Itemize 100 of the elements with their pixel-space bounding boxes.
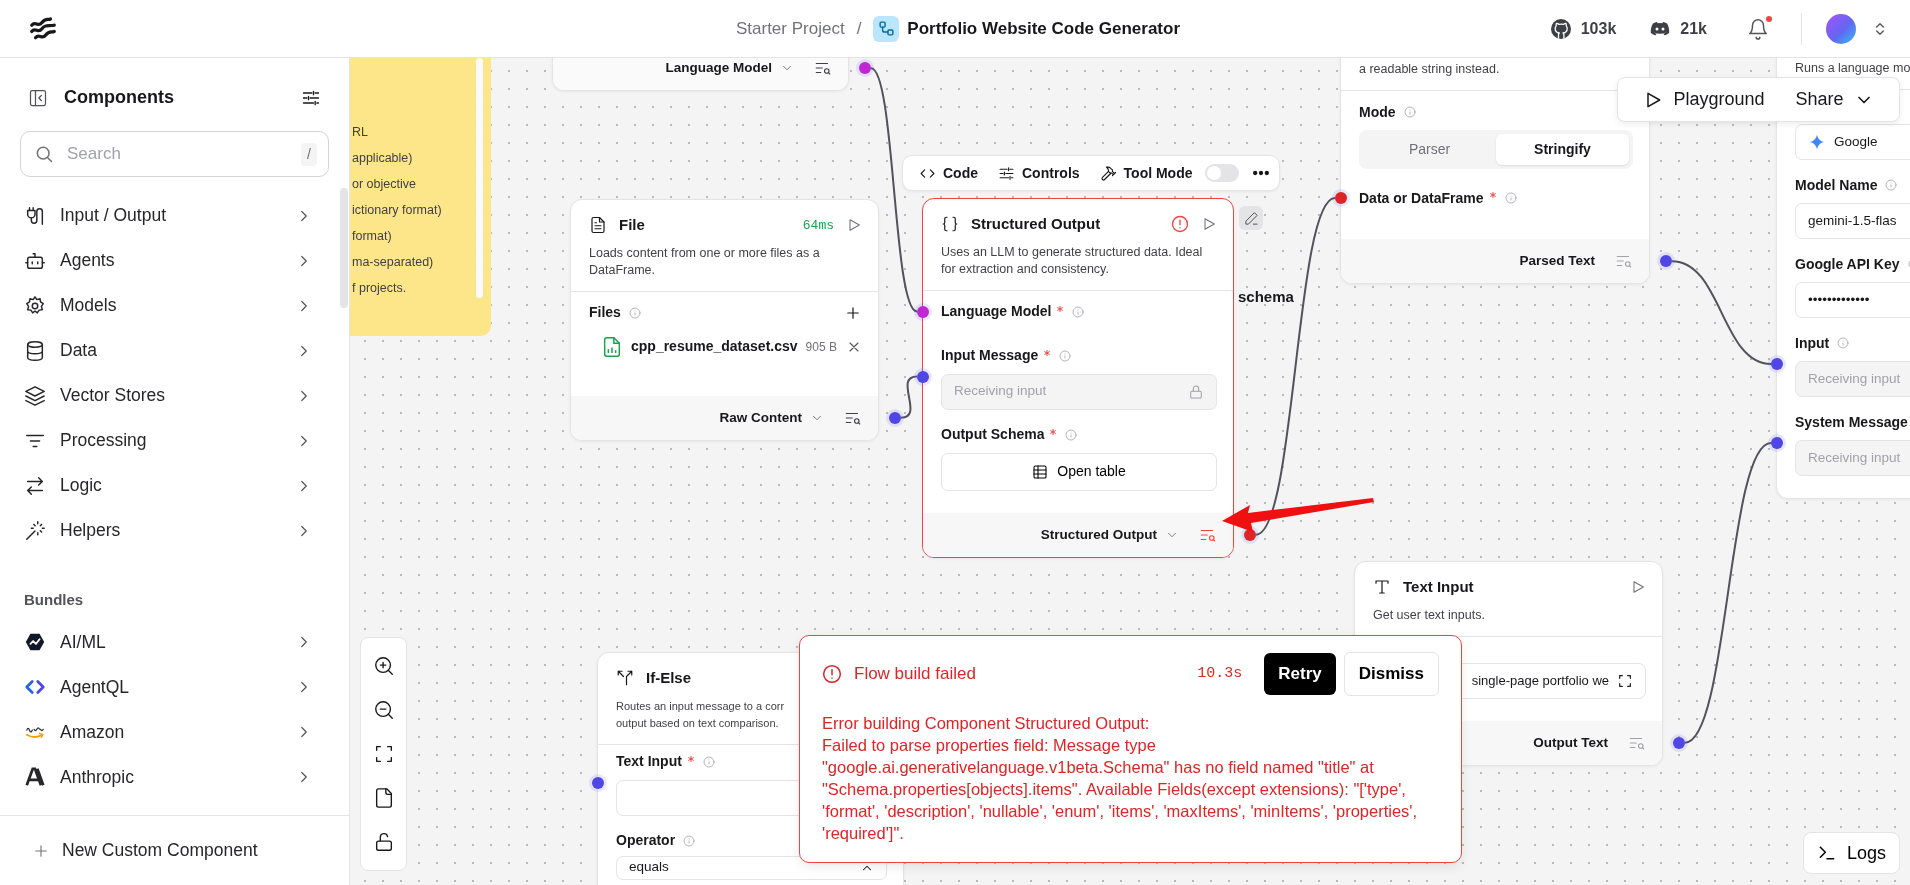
mode-tab[interactable]: Parser <box>1363 134 1496 165</box>
build-duration: 10.3s <box>1197 663 1243 684</box>
category-item[interactable]: Models <box>0 283 349 328</box>
field-label: Operator <box>616 831 676 850</box>
sparkle-icon <box>1808 133 1826 151</box>
output-label[interactable]: Raw Content <box>719 407 802 428</box>
field-label: Language Model <box>941 302 1052 321</box>
component-node[interactable]: Language Model <box>552 58 849 92</box>
flow-title: Portfolio Website Code Generator <box>907 17 1181 40</box>
node-title: If-Else <box>646 668 691 688</box>
component-node[interactable]: a readable string instead. Mode Parser Stringify Data or DataFrame Parsed Text <box>1340 58 1650 285</box>
controls-button[interactable]: Controls <box>990 158 1088 188</box>
field-label: Mode <box>1359 102 1396 122</box>
field-label: Model Name <box>1795 175 1878 195</box>
output-label[interactable]: Parsed Text <box>1519 251 1595 272</box>
category-item[interactable]: Processing <box>0 418 349 463</box>
bundle-item[interactable]: Anthropic <box>0 754 349 800</box>
dismiss-button[interactable]: Dismiss <box>1343 652 1439 696</box>
search-icon <box>34 144 54 164</box>
field-label: schema <box>1238 287 1294 307</box>
node-title: File <box>619 215 645 235</box>
select-field[interactable]: Google <box>1795 124 1910 160</box>
mode-tab[interactable]: Stringify <box>1496 134 1629 165</box>
field-label: Google API Key <box>1795 254 1900 274</box>
wand-icon <box>24 519 46 542</box>
play-icon[interactable] <box>1630 579 1646 596</box>
note-text: ma-separated) <box>351 254 435 270</box>
connection-handle[interactable] <box>859 62 871 75</box>
category-item[interactable]: Input / Output <box>0 193 349 238</box>
new-component-button[interactable]: New Custom Component <box>0 815 349 885</box>
text-icon <box>1373 578 1391 597</box>
zoom-in-icon[interactable] <box>372 655 395 677</box>
note-text: applicable) <box>351 150 414 166</box>
connection-line <box>900 375 918 419</box>
expand-icon[interactable] <box>1617 672 1633 689</box>
output-label[interactable]: Output Text <box>1533 732 1608 753</box>
connection-handle[interactable] <box>889 411 901 424</box>
play-icon[interactable] <box>846 217 862 234</box>
section-heading: Bundles <box>23 590 85 610</box>
field-label: Files <box>589 303 621 322</box>
connection-handle[interactable] <box>1673 736 1685 749</box>
output-label[interactable]: Structured Output <box>1040 524 1157 545</box>
category-item[interactable]: Data <box>0 328 349 373</box>
zoom-out-icon[interactable] <box>372 699 395 721</box>
sliders-icon <box>998 164 1015 182</box>
logs-button[interactable]: Logs <box>1803 832 1900 874</box>
note-text: ictionary format) <box>351 202 443 218</box>
star-count: 103k <box>1580 18 1617 39</box>
field-label: Data or DataFrame <box>1359 188 1484 208</box>
bundle-item[interactable]: Amazon <box>0 709 349 755</box>
field-label: Text Input <box>616 752 682 771</box>
avatar[interactable] <box>1826 13 1856 44</box>
collapse-sidebar-icon[interactable] <box>28 87 48 108</box>
note-text: RL <box>351 124 369 140</box>
input-field[interactable]: gemini-1.5-flas <box>1795 203 1910 239</box>
share-button[interactable]: Share <box>1789 85 1880 114</box>
node-title: Text Input <box>1403 577 1474 597</box>
run-duration: 64ms <box>802 216 834 235</box>
alert-icon <box>822 663 842 684</box>
component-node[interactable]: File 64ms Loads content from one or more files as a DataFrame. Files cpp_resume_dataset.csv 905 B Raw Content <box>570 199 879 441</box>
bundle-item[interactable]: AI/ML <box>0 619 349 665</box>
scrollbar-thumb[interactable] <box>340 188 348 308</box>
braces-icon <box>941 215 959 234</box>
letter-mark-logo-icon <box>24 766 46 788</box>
category-item[interactable]: Logic <box>0 463 349 508</box>
table-icon <box>1032 463 1049 480</box>
category-item[interactable]: Agents <box>0 238 349 283</box>
connection-handle[interactable] <box>1335 192 1347 204</box>
category-item[interactable]: Helpers <box>0 508 349 553</box>
field-label: Input <box>1795 333 1830 353</box>
edit-button[interactable] <box>1239 206 1263 230</box>
member-count: 21k <box>1680 18 1707 39</box>
tool-mode-toggle[interactable] <box>1204 164 1239 182</box>
github-icon[interactable] <box>1548 16 1573 41</box>
file-name: cpp_resume_dataset.csv <box>631 337 798 356</box>
flow-icon <box>873 15 900 42</box>
field-label: Input Message <box>941 346 1039 365</box>
shortcut-key: / <box>301 143 317 166</box>
select-field[interactable]: equals <box>616 855 887 880</box>
category-item[interactable]: Vector Stores <box>0 373 349 418</box>
tool-mode-button[interactable]: Tool Mode <box>1091 158 1201 188</box>
bundle-item[interactable]: AgentQL <box>0 664 349 710</box>
project-link[interactable]: Starter Project <box>735 15 845 42</box>
pencil-icon <box>1243 210 1259 226</box>
plug-icon <box>24 204 46 227</box>
input-field[interactable]: ••••••••••••• <box>1795 282 1910 318</box>
connection-handle[interactable] <box>1660 255 1672 268</box>
play-icon[interactable] <box>1201 216 1217 233</box>
bell-icon[interactable] <box>1747 17 1769 40</box>
sidebar-title: Components <box>64 86 175 109</box>
note-text: f projects. <box>351 280 408 296</box>
code-button[interactable]: Code <box>911 158 986 188</box>
connection-handle[interactable] <box>917 305 929 318</box>
open-table-button[interactable]: Open table <box>941 452 1217 491</box>
retry-button[interactable]: Retry <box>1264 653 1336 695</box>
scrollbar-thumb[interactable] <box>476 58 483 298</box>
file-icon <box>589 216 607 235</box>
split-icon <box>616 669 634 688</box>
note-text: format) <box>351 228 393 244</box>
connection-handle[interactable] <box>592 776 604 789</box>
